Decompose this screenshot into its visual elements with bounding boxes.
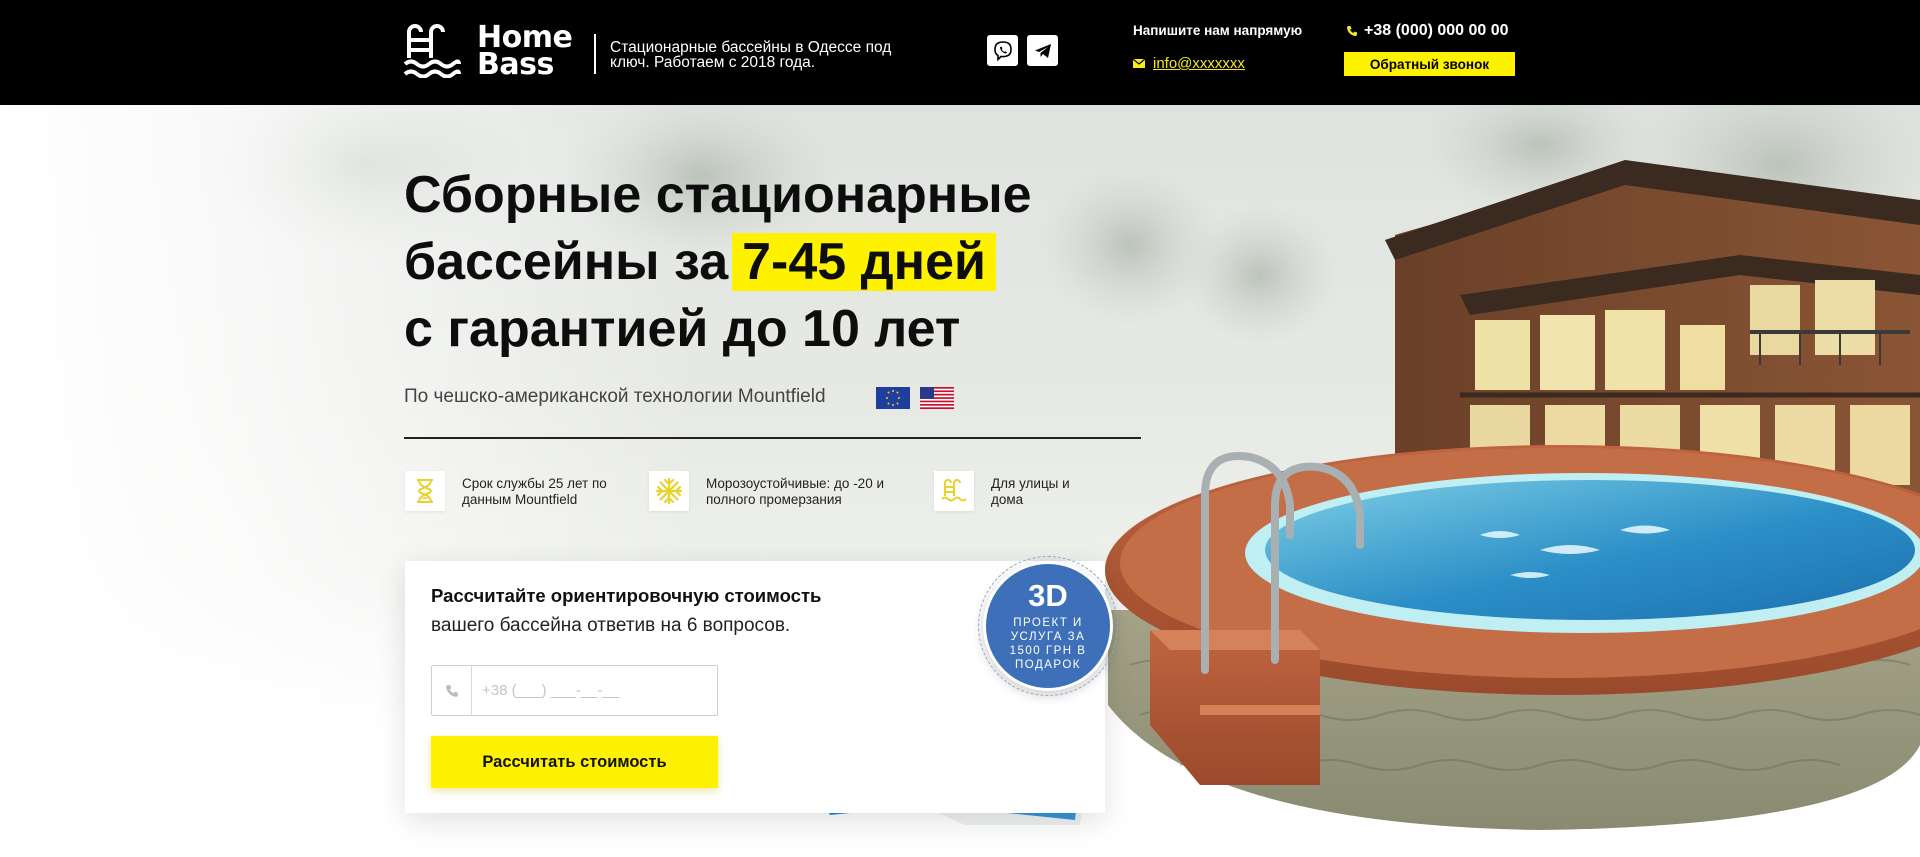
feature-text: Морозоустойчивые: до -20 и полного проме… — [706, 476, 884, 507]
badge-text: ПРОЕКТ И УСЛУГА ЗА 1500 ГРН В ПОДАРОК — [1009, 617, 1087, 671]
headline-line-1: Сборные стационарные — [404, 166, 1032, 224]
pool-logo-icon — [403, 24, 461, 78]
phone-icon — [432, 666, 472, 715]
phone-input[interactable] — [472, 666, 717, 715]
site-header: Home Bass Стационарные бассейны в Одессе… — [0, 0, 1920, 105]
feature-item: Срок службы 25 лет по данным Mountfield — [405, 471, 622, 511]
email-contact: info@xxxxxxx — [1133, 55, 1245, 72]
us-flag-icon — [920, 387, 954, 409]
calculate-button[interactable]: Рассчитать стоимость — [431, 736, 718, 788]
feature-text: Срок службы 25 лет по данным Mountfield — [462, 476, 607, 507]
envelope-icon — [1133, 59, 1145, 68]
hero-subtitle: По чешско-американской технологии Mountf… — [404, 386, 826, 407]
calculator-subtitle: вашего бассейна ответив на 6 вопросов. — [431, 615, 791, 636]
phone-icon — [1347, 26, 1357, 36]
hero-divider — [404, 437, 1141, 439]
phone-number[interactable]: +38 (000) 000 00 00 — [1364, 22, 1509, 40]
feature-item: Для улицы и дома — [934, 471, 1081, 511]
pool-ladder-icon — [934, 471, 974, 511]
telegram-button[interactable] — [1027, 35, 1058, 66]
callback-button[interactable]: Обратный звонок — [1344, 52, 1515, 76]
headline-highlight: 7-45 дней — [732, 233, 996, 291]
phone-field[interactable] — [431, 665, 718, 716]
logo-word-bass: Bass — [477, 47, 554, 82]
headline-line-3: с гарантией до 10 лет — [404, 300, 961, 358]
telegram-icon — [1034, 43, 1051, 58]
logo-divider — [594, 34, 596, 74]
email-link[interactable]: info@xxxxxxx — [1153, 55, 1245, 72]
header-tagline: Стационарные бассейны в Одессе под ключ.… — [610, 39, 892, 71]
calculator-title: Рассчитайте ориентировочную стоимость — [431, 585, 822, 606]
phone-contact: +38 (000) 000 00 00 — [1346, 22, 1509, 40]
headline-line-2: бассейны за 7-45 дней — [404, 229, 1032, 296]
eu-flag-icon — [876, 387, 910, 409]
feature-text: Для улицы и дома — [991, 476, 1070, 507]
promo-badge: 3D ПРОЕКТ И УСЛУГА ЗА 1500 ГРН В ПОДАРОК — [978, 556, 1118, 696]
viber-icon — [993, 40, 1012, 61]
write-us-label: Напишите нам напрямую — [1133, 23, 1303, 38]
logo[interactable]: Home Bass — [403, 23, 573, 82]
hero-headline: Сборные стационарные бассейны за 7-45 дне… — [404, 162, 1032, 363]
viber-button[interactable] — [987, 35, 1018, 66]
hourglass-icon — [405, 471, 445, 511]
badge-title: 3D — [1028, 578, 1068, 613]
headline-line-2-prefix: бассейны за — [404, 233, 729, 291]
pool-image — [1105, 445, 1920, 830]
snowflake-icon — [649, 471, 689, 511]
logo-text: Home Bass — [477, 23, 573, 82]
feature-item: Морозоустойчивые: до -20 и полного проме… — [649, 471, 906, 511]
